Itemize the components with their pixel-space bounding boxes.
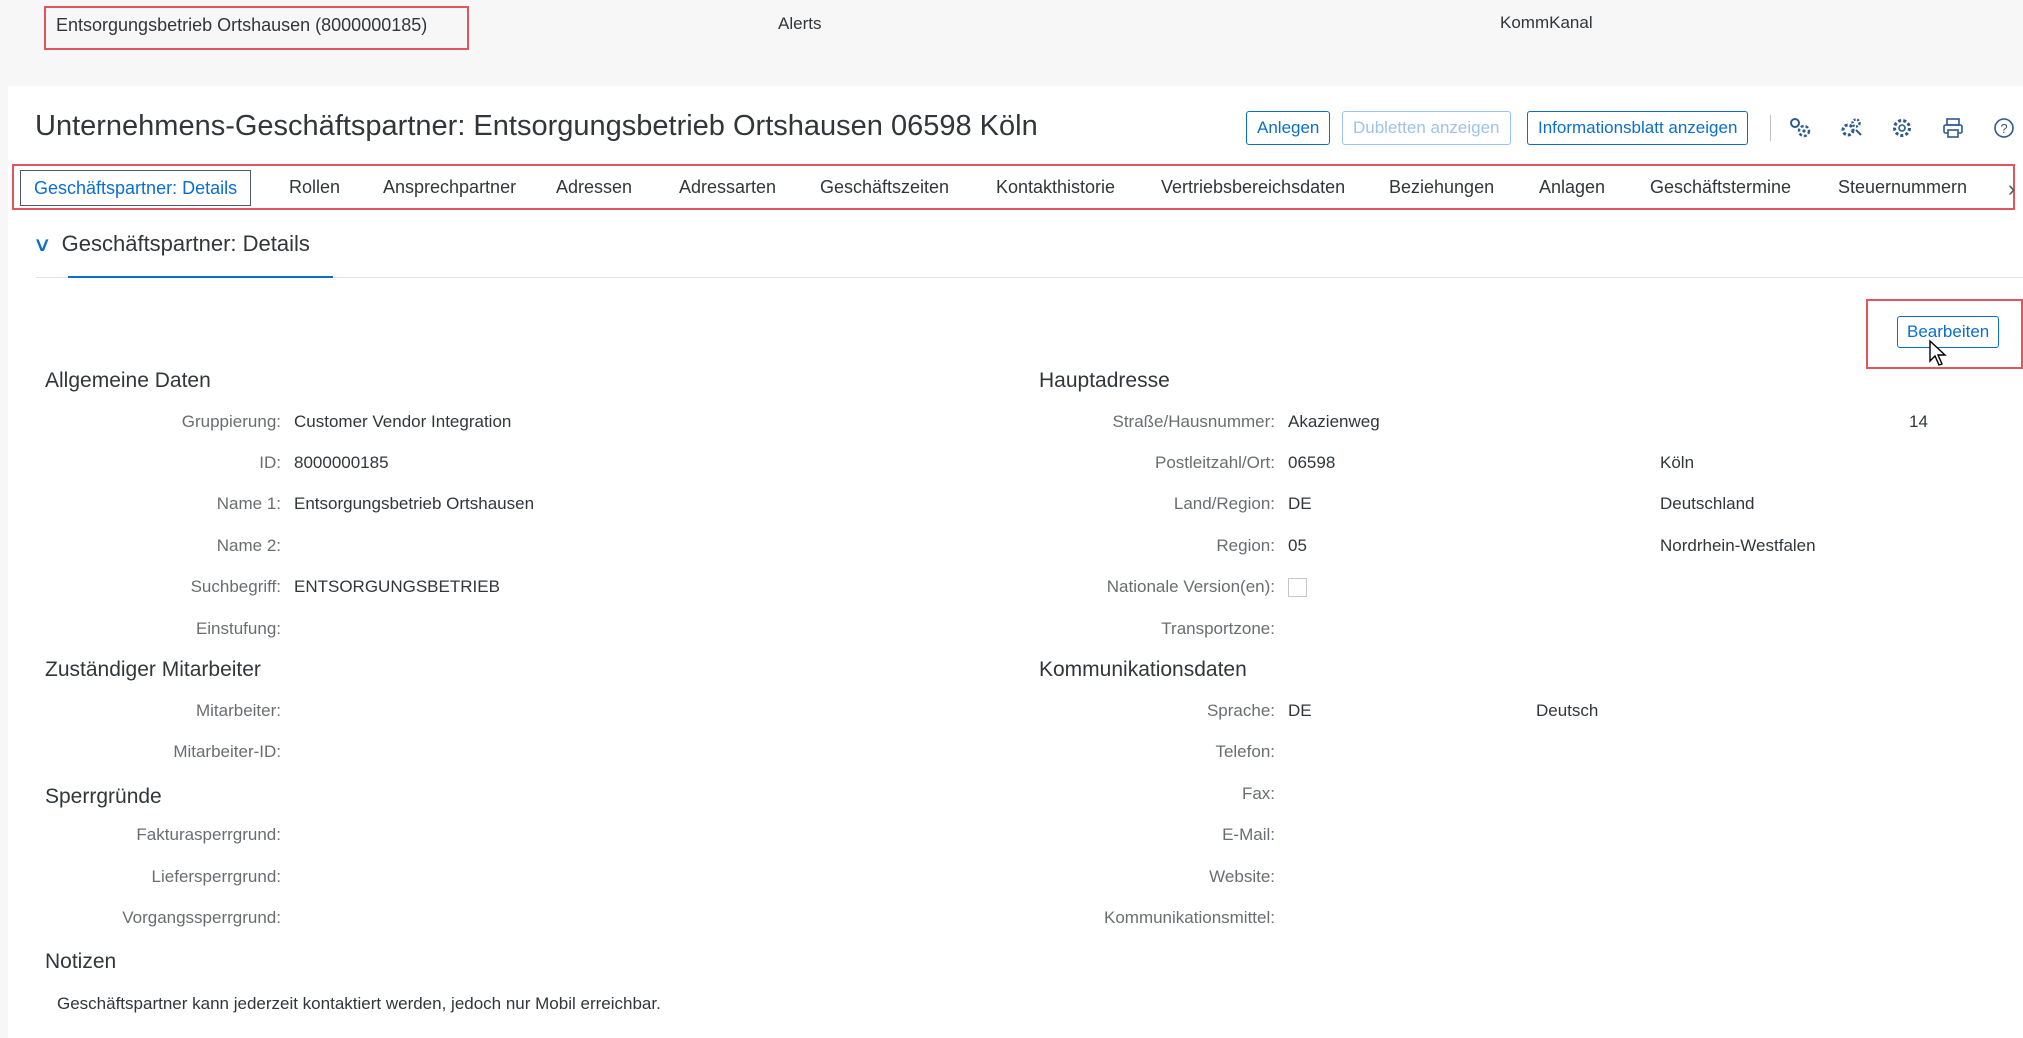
tab-geschaeftstermine[interactable]: Geschäftstermine <box>1650 168 1791 206</box>
tab-adressarten[interactable]: Adressarten <box>679 168 776 206</box>
section-divider <box>36 277 2023 278</box>
help-icon[interactable]: ? <box>1991 116 2017 142</box>
fakturasperrgrund-label: Fakturasperrgrund: <box>136 825 281 844</box>
mouse-cursor-icon <box>1929 339 1947 366</box>
gears-settings-icon[interactable] <box>1838 116 1864 142</box>
id-label: ID: <box>259 453 281 472</box>
svg-text:?: ? <box>2000 121 2007 136</box>
sprache-text-value: Deutsch <box>1536 701 1599 720</box>
plz-ort-label: Postleitzahl/Ort: <box>1155 453 1275 472</box>
tab-rollen[interactable]: Rollen <box>289 168 340 206</box>
toolbar-separator <box>1770 115 1771 141</box>
suchbegriff-value: ENTSORGUNGSBETRIEB <box>294 577 500 596</box>
gear-icon[interactable] <box>1889 116 1915 142</box>
tab-anlagen[interactable]: Anlagen <box>1539 168 1605 206</box>
hauptadresse-heading: Hauptadresse <box>1039 369 1170 392</box>
tab-ansprechpartner[interactable]: Ansprechpartner <box>383 168 516 206</box>
tab-geschaeftszeiten[interactable]: Geschäftszeiten <box>820 168 949 206</box>
tab-vertriebsbereichsdaten[interactable]: Vertriebsbereichsdaten <box>1161 168 1345 206</box>
name2-label: Name 2: <box>216 536 281 555</box>
zustaendiger-mitarbeiter-heading: Zuständiger Mitarbeiter <box>45 658 261 681</box>
sperrgruende-heading: Sperrgründe <box>45 785 162 808</box>
land-region-label: Land/Region: <box>1173 494 1275 513</box>
tab-bar: Geschäftspartner: Details Rollen Ansprec… <box>12 164 2015 210</box>
sprache-value: DE <box>1288 701 1312 720</box>
mitarbeiter-label: Mitarbeiter: <box>195 701 281 720</box>
mitarbeiter-id-label: Mitarbeiter-ID: <box>173 742 281 761</box>
region-label: Region: <box>1216 536 1275 555</box>
transportzone-label: Transportzone: <box>1161 619 1275 638</box>
telefon-label: Telefon: <box>1215 742 1275 761</box>
name1-value: Entsorgungsbetrieb Ortshausen <box>294 494 535 513</box>
chevron-down-icon[interactable]: ∨ <box>33 232 52 257</box>
context-account-label[interactable]: Entsorgungsbetrieb Ortshausen (800000018… <box>56 15 427 36</box>
einstufung-label: Einstufung: <box>195 619 281 638</box>
main-page: Unternehmens-Geschäftspartner: Entsorgun… <box>8 86 2023 1038</box>
tab-steuernummern[interactable]: Steuernummern <box>1838 168 1967 206</box>
website-label: Website: <box>1209 867 1275 886</box>
gruppierung-label: Gruppierung: <box>181 412 281 431</box>
context-account-box[interactable]: Entsorgungsbetrieb Ortshausen (800000018… <box>44 6 469 50</box>
strasse-label: Straße/Hausnummer: <box>1112 412 1276 431</box>
suchbegriff-label: Suchbegriff: <box>190 577 281 596</box>
kommunikationsdaten-heading: Kommunikationsdaten <box>1039 658 1247 681</box>
kommkanal-link[interactable]: KommKanal <box>1500 13 1593 33</box>
anlegen-button[interactable]: Anlegen <box>1246 111 1331 145</box>
liefersperrgrund-label: Liefersperrgrund: <box>151 867 281 886</box>
region-value: 05 <box>1288 536 1307 555</box>
tab-scroll-right-icon[interactable]: › <box>2008 176 2015 202</box>
notizen-heading: Notizen <box>45 950 117 973</box>
plz-value: 06598 <box>1288 453 1336 472</box>
email-label: E-Mail: <box>1222 825 1275 844</box>
hausnummer-value: 14 <box>1909 412 1928 431</box>
land-value: DE <box>1288 494 1312 513</box>
kommunikationsmittel-label: Kommunikationsmittel: <box>1103 908 1275 927</box>
sprache-label: Sprache: <box>1206 701 1275 720</box>
id-value: 8000000185 <box>294 453 389 472</box>
section-title-underline <box>68 276 333 278</box>
section-header[interactable]: ∨ Geschäftspartner: Details <box>33 231 310 257</box>
name1-label: Name 1: <box>216 494 281 513</box>
informationsblatt-anzeigen-button[interactable]: Informationsblatt anzeigen <box>1527 111 1749 145</box>
notizen-text: Geschäftspartner kann jederzeit kontakti… <box>57 994 661 1013</box>
section-title: Geschäftspartner: Details <box>61 231 310 256</box>
allgemeine-daten-heading: Allgemeine Daten <box>45 369 211 392</box>
nationale-version-label: Nationale Version(en): <box>1106 577 1275 596</box>
page-title: Unternehmens-Geschäftspartner: Entsorgun… <box>35 110 1038 142</box>
ort-value: Köln <box>1660 453 1695 472</box>
hierarchy-gear-icon[interactable] <box>1787 116 1813 142</box>
alerts-link[interactable]: Alerts <box>778 14 821 34</box>
tab-beziehungen[interactable]: Beziehungen <box>1389 168 1494 206</box>
print-icon[interactable] <box>1940 116 1966 142</box>
tab-geschaeftspartner-details[interactable]: Geschäftspartner: Details <box>20 170 252 206</box>
gruppierung-value: Customer Vendor Integration <box>294 412 512 431</box>
top-context-bar: Entsorgungsbetrieb Ortshausen (800000018… <box>0 0 2023 86</box>
region-text-value: Nordrhein-Westfalen <box>1660 536 1816 555</box>
fax-label: Fax: <box>1241 784 1275 803</box>
nationale-version-checkbox[interactable] <box>1288 578 1307 597</box>
dubletten-anzeigen-button[interactable]: Dubletten anzeigen <box>1342 111 1511 145</box>
tab-adressen[interactable]: Adressen <box>556 168 632 206</box>
vorgangssperrgrund-label: Vorgangssperrgrund: <box>122 908 281 927</box>
strasse-value: Akazienweg <box>1288 412 1380 431</box>
land-text-value: Deutschland <box>1660 494 1755 513</box>
tab-kontakthistorie[interactable]: Kontakthistorie <box>996 168 1115 206</box>
